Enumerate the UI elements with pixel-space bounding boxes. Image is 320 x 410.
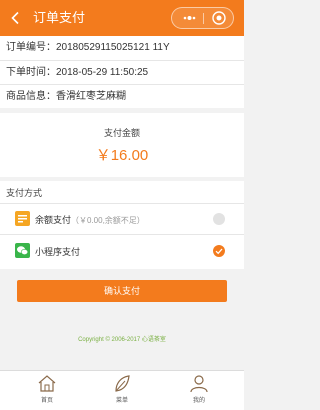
payment-option-miniprogram[interactable]: 小程序支付 — [0, 237, 244, 265]
payment-option-label: 余额支付（￥0.00,余额不足） — [35, 215, 145, 225]
product-info: 商品信息：香滑红枣芝麻糊 — [6, 91, 126, 102]
radio-unselected[interactable] — [213, 213, 225, 225]
tab-label: 菜单 — [115, 398, 128, 404]
tab-bar: 首页 菜单 我的 — [0, 370, 244, 410]
confirm-payment-button[interactable]: 确认支付 — [17, 280, 227, 302]
balance-note: （￥0.00,余额不足） — [71, 216, 145, 225]
tab-menu[interactable]: 菜单 — [97, 371, 147, 410]
wallet-icon — [15, 211, 30, 226]
user-icon — [190, 375, 208, 393]
payment-amount-panel: 支付金额 ￥16.00 — [0, 113, 244, 177]
divider — [0, 84, 244, 85]
divider — [0, 60, 244, 61]
divider — [0, 203, 244, 204]
divider — [0, 234, 244, 235]
order-number: 订单编号：20180529115025121 11Y — [6, 42, 170, 53]
tab-home[interactable]: 首页 — [22, 371, 72, 410]
more-dots-icon[interactable] — [176, 8, 202, 28]
payment-methods-title: 支付方式 — [6, 188, 43, 198]
capsule-divider — [203, 13, 204, 24]
navbar: 订单支付 — [0, 0, 244, 36]
payment-methods-panel: 支付方式 余额支付（￥0.00,余额不足） 小程序支付 — [0, 181, 244, 269]
order-info-panel: 订单编号：20180529115025121 11Y 下单时间：2018-05-… — [0, 36, 244, 108]
mini-program-capsule — [171, 7, 234, 29]
payment-option-balance[interactable]: 余额支付（￥0.00,余额不足） — [0, 205, 244, 233]
home-icon — [38, 375, 56, 392]
copyright: Copyright © 2006-2017 心语茶室 — [78, 337, 166, 343]
leaf-icon — [115, 375, 130, 392]
radio-selected-check-icon[interactable] — [213, 245, 225, 257]
wechat-pay-icon — [15, 243, 30, 258]
close-circle-icon[interactable] — [205, 8, 233, 28]
tab-label: 首页 — [40, 398, 53, 404]
page-title: 订单支付 — [33, 10, 86, 25]
tab-label: 我的 — [192, 398, 205, 404]
order-time: 下单时间：2018-05-29 11:50:25 — [6, 67, 149, 78]
back-arrow-icon[interactable] — [9, 11, 23, 25]
tab-mine[interactable]: 我的 — [174, 371, 224, 410]
payment-option-label: 小程序支付 — [35, 247, 81, 257]
amount-value: ￥16.00 — [95, 147, 149, 164]
amount-label: 支付金额 — [103, 128, 140, 138]
